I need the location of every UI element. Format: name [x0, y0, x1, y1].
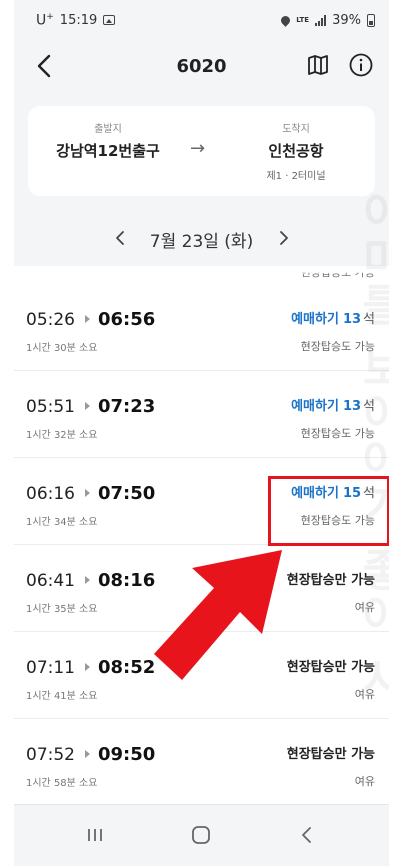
- trip-duration: 1시간 30분 소요: [26, 343, 98, 354]
- status-left: U+ 15:19: [36, 11, 116, 29]
- lte-indicator: LTE: [296, 15, 310, 24]
- phone-screen: U+ 15:19 LTE 39% 6020 출발지 강남역12번출구 → 도착지…: [14, 0, 389, 866]
- play-arrow-icon: [85, 315, 90, 323]
- battery-icon: [367, 13, 375, 27]
- map-icon[interactable]: [306, 53, 330, 77]
- departure-time: 07:52: [26, 745, 75, 765]
- route-arrow-icon: →: [190, 138, 206, 159]
- route-card: 출발지 강남역12번출구 → 도착지 인천공항 제1 · 2터미널: [28, 106, 375, 196]
- date-selector: 7월 23일 (화): [14, 222, 389, 256]
- nav-back-icon[interactable]: [296, 824, 318, 846]
- play-arrow-icon: [85, 750, 90, 758]
- carrier-label: U+: [36, 11, 54, 29]
- peek-row-text: 현장탑승도 가능: [300, 266, 375, 279]
- gallery-notification-icon: [103, 15, 116, 25]
- seat-count: 13: [342, 399, 362, 414]
- schedule-row[interactable]: 06:41 08:16 1시간 35분 소요 현장탑승만 가능여유: [14, 545, 389, 632]
- schedule-row[interactable]: 07:11 08:52 1시간 41분 소요 현장탑승만 가능여유: [14, 632, 389, 719]
- reserve-status: 예매하기 13 석: [291, 308, 375, 327]
- trip-duration: 1시간 41분 소요: [26, 691, 98, 702]
- reserve-button[interactable]: 예매하기: [291, 312, 339, 327]
- reserve-status: 예매하기 13 석: [291, 395, 375, 414]
- departure-time: 05:26: [26, 310, 75, 330]
- arrival-name: 인천공항: [268, 142, 324, 160]
- play-arrow-icon: [85, 576, 90, 584]
- arrival-time: 07:50: [98, 483, 156, 504]
- boarding-note: 여유: [354, 601, 375, 614]
- trip-duration: 1시간 34분 소요: [26, 517, 98, 528]
- schedule-row[interactable]: 07:52 09:50 1시간 58분 소요 현장탑승만 가능여유: [14, 719, 389, 804]
- departure-time: 05:51: [26, 397, 75, 417]
- schedule-row[interactable]: 05:26 06:56 1시간 30분 소요 예매하기 13 석현장탑승도 가능: [14, 284, 389, 371]
- home-icon[interactable]: [190, 824, 212, 846]
- next-date-button[interactable]: [274, 226, 294, 250]
- arrival-time: 08:52: [98, 657, 156, 678]
- schedule-list[interactable]: 현장탑승도 가능 05:26 06:56 1시간 30분 소요 예매하기 13 석 현장탑승…: [14, 266, 389, 804]
- schedule-row[interactable]: 06:16 07:50 1시간 34분 소요 예매하기 15 석현장탑승도 가능: [14, 458, 389, 545]
- location-icon: [279, 13, 293, 27]
- reserve-status: 예매하기 15 석: [291, 482, 375, 501]
- selected-date: 7월 23일 (화): [149, 232, 254, 252]
- boarding-note: 현장탑승도 가능: [300, 340, 375, 353]
- departure-time: 06:16: [26, 484, 75, 504]
- system-nav-bar: [14, 804, 389, 866]
- arrival-label: 도착지: [282, 124, 310, 135]
- trip-duration: 1시간 32분 소요: [26, 430, 98, 441]
- arrival-time: 09:50: [98, 744, 156, 765]
- arrival-time: 06:56: [98, 309, 156, 330]
- departure-label: 출발지: [94, 124, 122, 135]
- app-header: 6020: [14, 40, 389, 92]
- seat-unit: 석: [363, 486, 375, 501]
- status-bar: U+ 15:19 LTE 39%: [14, 0, 389, 40]
- departure-info[interactable]: 출발지 강남역12번출구: [38, 120, 178, 161]
- seat-count: 15: [342, 486, 362, 501]
- boarding-note: 현장탑승도 가능: [300, 514, 375, 527]
- onsite-status: 현장탑승만 가능: [286, 660, 375, 675]
- back-button[interactable]: [32, 52, 58, 80]
- onsite-status: 현장탑승만 가능: [286, 573, 375, 588]
- play-arrow-icon: [85, 402, 90, 410]
- status-right: LTE 39%: [279, 12, 375, 28]
- page-title: 6020: [176, 55, 227, 77]
- boarding-note: 여유: [354, 688, 375, 701]
- trip-duration: 1시간 35분 소요: [26, 604, 98, 615]
- status-time: 15:19: [59, 12, 98, 28]
- recent-apps-icon[interactable]: [84, 825, 106, 845]
- departure-time: 06:41: [26, 571, 75, 591]
- schedule-row[interactable]: 05:51 07:23 1시간 32분 소요 예매하기 13 석현장탑승도 가능: [14, 371, 389, 458]
- arrival-terminal: 제1 · 2터미널: [266, 171, 326, 182]
- seat-unit: 석: [363, 312, 375, 327]
- reserve-button[interactable]: 예매하기: [291, 486, 339, 501]
- departure-time: 07:11: [26, 658, 75, 678]
- reserve-button[interactable]: 예매하기: [291, 399, 339, 414]
- onsite-status: 현장탑승만 가능: [286, 747, 375, 762]
- seat-count: 13: [342, 312, 362, 327]
- boarding-note: 여유: [354, 775, 375, 788]
- arrival-time: 08:16: [98, 570, 156, 591]
- trip-duration: 1시간 58분 소요: [26, 778, 98, 789]
- play-arrow-icon: [85, 663, 90, 671]
- seat-unit: 석: [363, 399, 375, 414]
- arrival-time: 07:23: [98, 396, 156, 417]
- info-icon[interactable]: [348, 52, 374, 78]
- battery-percent: 39%: [332, 12, 361, 28]
- departure-name: 강남역12번출구: [56, 142, 160, 160]
- play-arrow-icon: [85, 489, 90, 497]
- arrival-info[interactable]: 도착지 인천공항 제1 · 2터미널: [226, 120, 366, 182]
- boarding-note: 현장탑승도 가능: [300, 427, 375, 440]
- signal-icon: [315, 14, 327, 26]
